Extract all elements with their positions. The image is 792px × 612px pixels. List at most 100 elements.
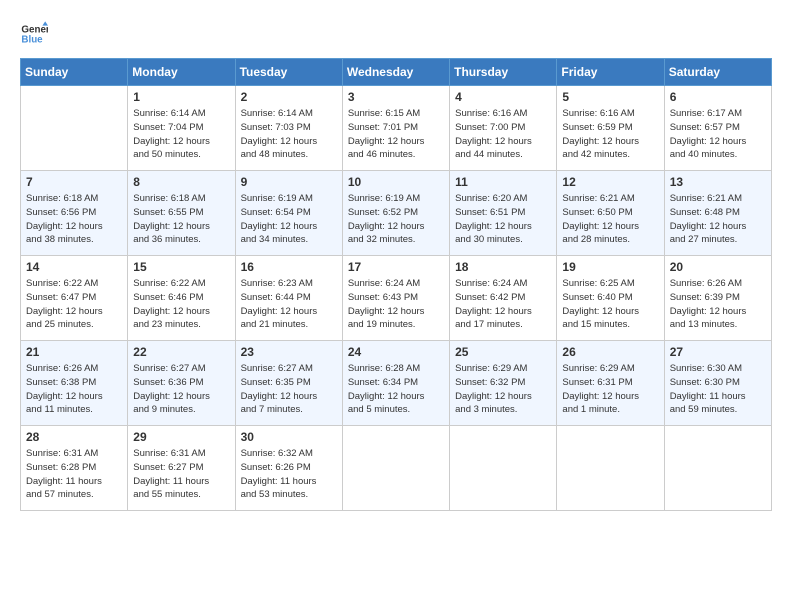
day-number: 13 — [670, 175, 766, 189]
cell-content: Sunrise: 6:23 AM Sunset: 6:44 PM Dayligh… — [241, 277, 337, 332]
cell-content: Sunrise: 6:22 AM Sunset: 6:46 PM Dayligh… — [133, 277, 229, 332]
day-number: 11 — [455, 175, 551, 189]
day-number: 15 — [133, 260, 229, 274]
day-number: 26 — [562, 345, 658, 359]
calendar-cell: 28 Sunrise: 6:31 AM Sunset: 6:28 PM Dayli… — [21, 426, 128, 511]
calendar-header-friday: Friday — [557, 59, 664, 86]
day-number: 20 — [670, 260, 766, 274]
calendar-header-saturday: Saturday — [664, 59, 771, 86]
day-number: 22 — [133, 345, 229, 359]
day-number: 9 — [241, 175, 337, 189]
day-number: 23 — [241, 345, 337, 359]
calendar-cell: 3 Sunrise: 6:15 AM Sunset: 7:01 PM Daylig… — [342, 86, 449, 171]
calendar-cell — [664, 426, 771, 511]
day-number: 17 — [348, 260, 444, 274]
day-number: 2 — [241, 90, 337, 104]
page-header: General Blue — [20, 20, 772, 48]
cell-content: Sunrise: 6:21 AM Sunset: 6:48 PM Dayligh… — [670, 192, 766, 247]
day-number: 29 — [133, 430, 229, 444]
day-number: 6 — [670, 90, 766, 104]
day-number: 14 — [26, 260, 122, 274]
calendar-week-2: 7 Sunrise: 6:18 AM Sunset: 6:56 PM Daylig… — [21, 171, 772, 256]
cell-content: Sunrise: 6:19 AM Sunset: 6:54 PM Dayligh… — [241, 192, 337, 247]
calendar-cell: 4 Sunrise: 6:16 AM Sunset: 7:00 PM Daylig… — [450, 86, 557, 171]
calendar-cell: 1 Sunrise: 6:14 AM Sunset: 7:04 PM Daylig… — [128, 86, 235, 171]
calendar-header-sunday: Sunday — [21, 59, 128, 86]
calendar-week-3: 14 Sunrise: 6:22 AM Sunset: 6:47 PM Dayli… — [21, 256, 772, 341]
calendar-cell: 27 Sunrise: 6:30 AM Sunset: 6:30 PM Dayli… — [664, 341, 771, 426]
day-number: 1 — [133, 90, 229, 104]
calendar-week-5: 28 Sunrise: 6:31 AM Sunset: 6:28 PM Dayli… — [21, 426, 772, 511]
day-number: 8 — [133, 175, 229, 189]
calendar-cell — [342, 426, 449, 511]
cell-content: Sunrise: 6:26 AM Sunset: 6:38 PM Dayligh… — [26, 362, 122, 417]
day-number: 27 — [670, 345, 766, 359]
calendar-cell: 30Sunrise: 6:32 AM Sunset: 6:26 PM Dayli… — [235, 426, 342, 511]
calendar-header-tuesday: Tuesday — [235, 59, 342, 86]
cell-content: Sunrise: 6:20 AM Sunset: 6:51 PM Dayligh… — [455, 192, 551, 247]
calendar-header-monday: Monday — [128, 59, 235, 86]
day-number: 3 — [348, 90, 444, 104]
cell-content: Sunrise: 6:15 AM Sunset: 7:01 PM Dayligh… — [348, 107, 444, 162]
day-number: 30 — [241, 430, 337, 444]
calendar-cell: 5Sunrise: 6:16 AM Sunset: 6:59 PM Daylig… — [557, 86, 664, 171]
cell-content: Sunrise: 6:25 AM Sunset: 6:40 PM Dayligh… — [562, 277, 658, 332]
cell-content: Sunrise: 6:22 AM Sunset: 6:47 PM Dayligh… — [26, 277, 122, 332]
cell-content: Sunrise: 6:31 AM Sunset: 6:27 PM Dayligh… — [133, 447, 229, 502]
day-number: 21 — [26, 345, 122, 359]
day-number: 7 — [26, 175, 122, 189]
calendar-cell: 7 Sunrise: 6:18 AM Sunset: 6:56 PM Daylig… — [21, 171, 128, 256]
calendar-cell: 15 Sunrise: 6:22 AM Sunset: 6:46 PM Dayli… — [128, 256, 235, 341]
cell-content: Sunrise: 6:21 AM Sunset: 6:50 PM Dayligh… — [562, 192, 658, 247]
day-number: 5 — [562, 90, 658, 104]
day-number: 4 — [455, 90, 551, 104]
calendar-header-row: SundayMondayTuesdayWednesdayThursdayFrid… — [21, 59, 772, 86]
calendar-cell: 24 Sunrise: 6:28 AM Sunset: 6:34 PM Dayli… — [342, 341, 449, 426]
calendar-table: SundayMondayTuesdayWednesdayThursdayFrid… — [20, 58, 772, 511]
calendar-cell: 2 Sunrise: 6:14 AM Sunset: 7:03 PM Daylig… — [235, 86, 342, 171]
logo: General Blue — [20, 20, 52, 48]
day-number: 25 — [455, 345, 551, 359]
day-number: 24 — [348, 345, 444, 359]
cell-content: Sunrise: 6:17 AM Sunset: 6:57 PM Dayligh… — [670, 107, 766, 162]
cell-content: Sunrise: 6:16 AM Sunset: 7:00 PM Dayligh… — [455, 107, 551, 162]
calendar-cell: 17 Sunrise: 6:24 AM Sunset: 6:43 PM Dayli… — [342, 256, 449, 341]
day-number: 28 — [26, 430, 122, 444]
calendar-cell: 12 Sunrise: 6:21 AM Sunset: 6:50 PM Dayli… — [557, 171, 664, 256]
calendar-cell: 14 Sunrise: 6:22 AM Sunset: 6:47 PM Dayli… — [21, 256, 128, 341]
calendar-cell: 9 Sunrise: 6:19 AM Sunset: 6:54 PM Daylig… — [235, 171, 342, 256]
calendar-cell — [450, 426, 557, 511]
calendar-cell: 16 Sunrise: 6:23 AM Sunset: 6:44 PM Dayli… — [235, 256, 342, 341]
calendar-cell: 22Sunrise: 6:27 AM Sunset: 6:36 PM Dayli… — [128, 341, 235, 426]
cell-content: Sunrise: 6:14 AM Sunset: 7:04 PM Dayligh… — [133, 107, 229, 162]
cell-content: Sunrise: 6:31 AM Sunset: 6:28 PM Dayligh… — [26, 447, 122, 502]
day-number: 12 — [562, 175, 658, 189]
calendar-cell — [21, 86, 128, 171]
calendar-header-thursday: Thursday — [450, 59, 557, 86]
cell-content: Sunrise: 6:24 AM Sunset: 6:43 PM Dayligh… — [348, 277, 444, 332]
calendar-cell: 13 Sunrise: 6:21 AM Sunset: 6:48 PM Dayli… — [664, 171, 771, 256]
calendar-header-wednesday: Wednesday — [342, 59, 449, 86]
calendar-cell: 29 Sunrise: 6:31 AM Sunset: 6:27 PM Dayli… — [128, 426, 235, 511]
calendar-cell: 19 Sunrise: 6:25 AM Sunset: 6:40 PM Dayli… — [557, 256, 664, 341]
cell-content: Sunrise: 6:18 AM Sunset: 6:55 PM Dayligh… — [133, 192, 229, 247]
day-number: 16 — [241, 260, 337, 274]
cell-content: Sunrise: 6:30 AM Sunset: 6:30 PM Dayligh… — [670, 362, 766, 417]
cell-content: Sunrise: 6:18 AM Sunset: 6:56 PM Dayligh… — [26, 192, 122, 247]
day-number: 18 — [455, 260, 551, 274]
calendar-cell: 10Sunrise: 6:19 AM Sunset: 6:52 PM Dayli… — [342, 171, 449, 256]
calendar-cell: 26 Sunrise: 6:29 AM Sunset: 6:31 PM Dayli… — [557, 341, 664, 426]
cell-content: Sunrise: 6:28 AM Sunset: 6:34 PM Dayligh… — [348, 362, 444, 417]
calendar-cell: 8 Sunrise: 6:18 AM Sunset: 6:55 PM Daylig… — [128, 171, 235, 256]
cell-content: Sunrise: 6:19 AM Sunset: 6:52 PM Dayligh… — [348, 192, 444, 247]
day-number: 19 — [562, 260, 658, 274]
cell-content: Sunrise: 6:27 AM Sunset: 6:35 PM Dayligh… — [241, 362, 337, 417]
calendar-cell: 23 Sunrise: 6:27 AM Sunset: 6:35 PM Dayli… — [235, 341, 342, 426]
svg-text:Blue: Blue — [21, 34, 43, 45]
calendar-cell: 18Sunrise: 6:24 AM Sunset: 6:42 PM Dayli… — [450, 256, 557, 341]
calendar-week-4: 21 Sunrise: 6:26 AM Sunset: 6:38 PM Dayli… — [21, 341, 772, 426]
cell-content: Sunrise: 6:29 AM Sunset: 6:32 PM Dayligh… — [455, 362, 551, 417]
calendar-cell: 11 Sunrise: 6:20 AM Sunset: 6:51 PM Dayli… — [450, 171, 557, 256]
cell-content: Sunrise: 6:14 AM Sunset: 7:03 PM Dayligh… — [241, 107, 337, 162]
cell-content: Sunrise: 6:29 AM Sunset: 6:31 PM Dayligh… — [562, 362, 658, 417]
